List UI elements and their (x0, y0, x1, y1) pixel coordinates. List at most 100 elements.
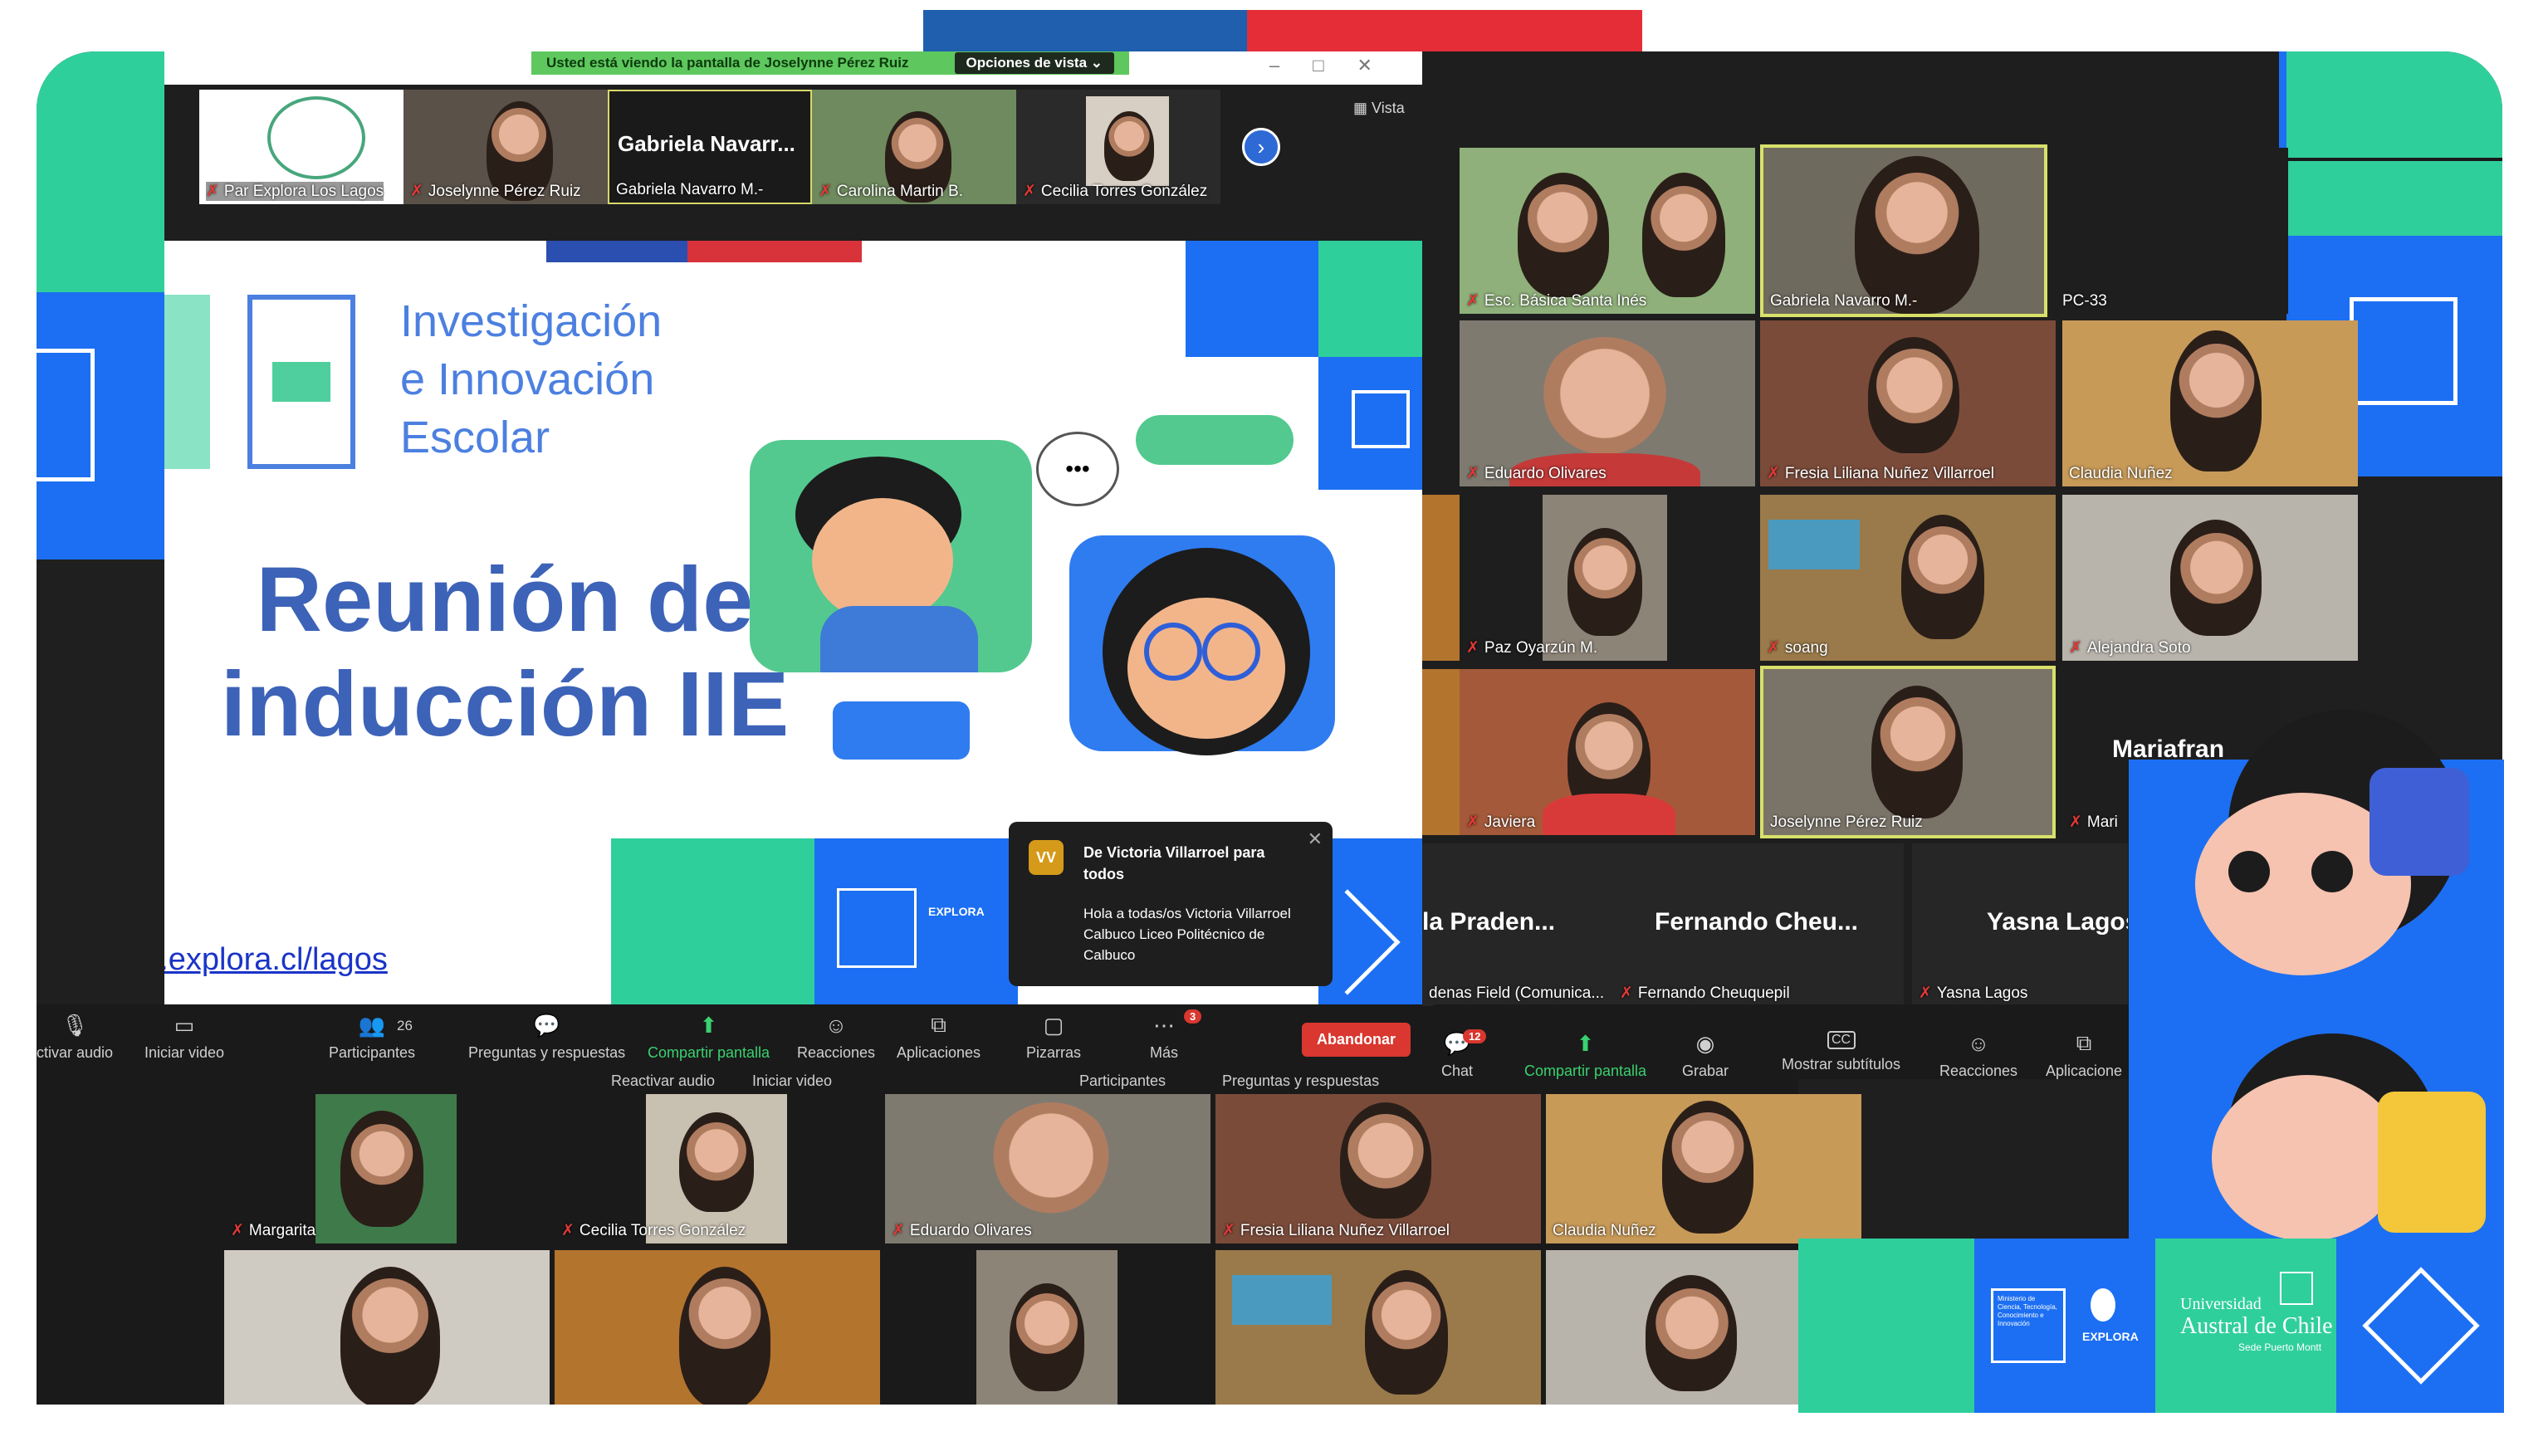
video-tile[interactable]: Claudia Nuñez (2062, 320, 2358, 486)
participant-name: Margarita (248, 1221, 316, 1239)
toolbar-button-share[interactable]: ⬆ Compartir pantalla (648, 1013, 770, 1062)
ministry-logo-icon: Ministerio de Ciencia, Tecnología, Conoc… (1991, 1288, 2066, 1363)
participant-name-big: Gabriela Navarr... (618, 131, 795, 156)
video-tile[interactable] (1546, 1250, 1798, 1405)
person-face (349, 1278, 432, 1370)
chat-notification[interactable]: VV De Victoria Villarroel para todos Hol… (1009, 822, 1333, 986)
video-tile[interactable]: ✗ Esc. Básica Santa Inés (1460, 148, 1755, 314)
participants-label[interactable]: Participantes (1079, 1072, 1166, 1090)
deco-line (2286, 158, 2502, 161)
mic-off-icon: ✗ (231, 1222, 244, 1239)
mic-off-icon: ✗ (892, 1222, 905, 1239)
qa-label[interactable]: Preguntas y respuestas (1222, 1072, 1379, 1090)
video-tile[interactable]: ✗ soang (1760, 495, 2056, 661)
more-icon: ⋯ (1153, 1012, 1175, 1038)
toolbar-button-apps[interactable]: ⧉ Aplicacione (2046, 1030, 2122, 1080)
video-tile[interactable] (885, 1250, 1210, 1405)
slide-stripe-blue (546, 241, 687, 262)
toolbar-button-reactions[interactable]: ☺ Reacciones (797, 1013, 875, 1062)
video-tile[interactable]: Claudia Nuñez (1546, 1094, 1861, 1243)
reactivate-audio-label[interactable]: Reactivar audio (611, 1072, 715, 1090)
video-tile[interactable] (1215, 1250, 1541, 1405)
video-tile[interactable]: ✗ Alejandra Soto (2062, 495, 2358, 661)
video-thumb[interactable]: ✗ Joselynne Pérez Ruiz (403, 90, 608, 204)
view-menu[interactable]: ▦ Vista (1353, 100, 1405, 117)
record-icon: ◉ (1695, 1030, 1715, 1056)
deco-blue-edge (2486, 760, 2504, 1241)
video-tile[interactable]: ✗ Fresia Liliana Nuñez Villarroel (1760, 320, 2056, 486)
toolbar-button-video[interactable]: ▭ Iniciar video (144, 1013, 224, 1062)
meeting-toolbar-right: 💬 Chat 12 ⬆ Compartir pantalla ◉ Grabar CC M… (1433, 1004, 2129, 1079)
boy-face (812, 498, 953, 623)
toolbar-button-more[interactable]: ⋯ Más (1149, 1013, 1179, 1062)
person-face (1345, 1114, 1426, 1205)
video-tile[interactable]: ✗ Cecilia Torres González (555, 1094, 880, 1243)
video-thumb[interactable]: ✗ Cecilia Torres González (1016, 90, 1220, 204)
video-tile[interactable]: ✗ Javiera (1460, 669, 1755, 835)
person-shirt (1543, 794, 1675, 835)
person-face (2177, 533, 2257, 619)
participant-name: denas Field (Comunica... (1429, 985, 1605, 1002)
toolbar-button-reactions[interactable]: ☺ Reacciones (1939, 1031, 2017, 1080)
sender-avatar: VV (1029, 840, 1064, 875)
view-options-label: Opciones de vista (966, 55, 1088, 71)
toolbar-button-audio[interactable]: 🎙︎ ctivar audio (37, 1013, 113, 1062)
viewing-text: Usted está viendo la pantalla de Joselyn… (546, 55, 909, 71)
participant-name-big: la Praden... (1422, 908, 1556, 936)
toolbar-button-whiteboard[interactable]: ▢ Pizarras (1026, 1013, 1081, 1062)
video-thumb[interactable]: ✗ Carolina Martin B. (812, 90, 1016, 204)
video-tile[interactable]: ✗ Eduardo Olivares (885, 1094, 1210, 1243)
whiteboard-icon: ▢ (1043, 1012, 1064, 1038)
video-thumb[interactable]: ✗ Par Explora Los Lagos (199, 90, 403, 204)
leave-button[interactable]: Abandonar (1302, 1023, 1411, 1057)
speech-bubble-small (1136, 415, 1294, 465)
video-tile[interactable]: ✗ Paz Oyarzún M. (1460, 495, 1755, 661)
ministry-logo-icon (837, 888, 917, 968)
mic-off-icon: ✗ (2069, 639, 2082, 657)
video-tile[interactable]: ✗ Margarita (224, 1094, 550, 1243)
video-tile[interactable] (224, 1250, 550, 1405)
view-options-button[interactable]: Opciones de vista ⌄ (954, 52, 1114, 74)
mic-off-icon: ✗ (1620, 985, 1633, 1002)
university-line3: Sede Puerto Montt (2238, 1341, 2322, 1353)
participant-name: PC-33 (2062, 292, 2107, 310)
person-face (2177, 344, 2257, 435)
toolbar-button-share[interactable]: ⬆ Compartir pantalla (1524, 1031, 1646, 1080)
iie-logo-bar (272, 362, 330, 402)
video-tile[interactable]: ✗ Fresia Liliana Nuñez Villarroel (1215, 1094, 1541, 1243)
video-thumb-active[interactable]: Gabriela Navarr... Gabriela Navarro M.- (608, 90, 812, 204)
person-face (1572, 538, 1637, 613)
video-tile-speaking[interactable]: Gabriela Navarro M.- (1760, 144, 2047, 317)
start-video-label[interactable]: Iniciar video (752, 1072, 832, 1090)
toolbar-button-apps[interactable]: ⧉ Aplicaciones (897, 1012, 981, 1062)
toolbar-button-record[interactable]: ◉ Grabar (1682, 1031, 1729, 1080)
name-tile[interactable]: Yasna Lagos ✗ Yasna Lagos (1912, 843, 2128, 1006)
video-tile[interactable] (555, 1250, 880, 1405)
video-tile[interactable]: ✗ Eduardo Olivares (1460, 320, 1755, 486)
video-tile-speaking[interactable]: Joselynne Pérez Ruiz (1760, 666, 2056, 838)
toolbar-label: Reacciones (1939, 1063, 2018, 1079)
share-screen-icon: ⬆ (1576, 1030, 1595, 1056)
toolbar-button-captions[interactable]: CC Mostrar subtítulos (1782, 1031, 1900, 1073)
participant-name: Esc. Básica Santa Inés (1484, 291, 1647, 310)
university-line2: Austral de Chile (2180, 1313, 2333, 1339)
view-label: Vista (1372, 100, 1405, 116)
participant-name: Fernando Cheuquepil (1637, 984, 1790, 1002)
video-tile[interactable]: PC-33 (2056, 148, 2288, 314)
mic-off-icon: ✗ (1919, 985, 1932, 1002)
participant-name: Yasna Lagos (1936, 984, 2028, 1002)
close-icon[interactable]: ✕ (1308, 828, 1323, 850)
next-page-icon[interactable]: › (1242, 128, 1280, 166)
name-tile[interactable]: Fernando Cheu... ✗ Fernando Cheuquepil (1613, 843, 1904, 1006)
participant-name: Javiera (1484, 813, 1536, 831)
name-tile[interactable]: la Praden... denas Field (Comunica... (1422, 843, 1613, 1006)
person-face (1669, 1112, 1747, 1199)
toolbar-button-qa[interactable]: 💬 Preguntas y respuestas (468, 1013, 625, 1062)
mic-off-icon: ✗ (1222, 1222, 1235, 1239)
person-face (1108, 116, 1151, 166)
website-link[interactable]: www.explora.cl/lagos (164, 942, 388, 978)
window-controls[interactable]: –□✕ (1269, 55, 1406, 76)
typing-bubble-icon: ••• (1036, 432, 1119, 506)
screen-share-banner: Usted está viendo la pantalla de Joselyn… (531, 51, 1129, 75)
cartoon-panel (2129, 710, 2486, 1291)
